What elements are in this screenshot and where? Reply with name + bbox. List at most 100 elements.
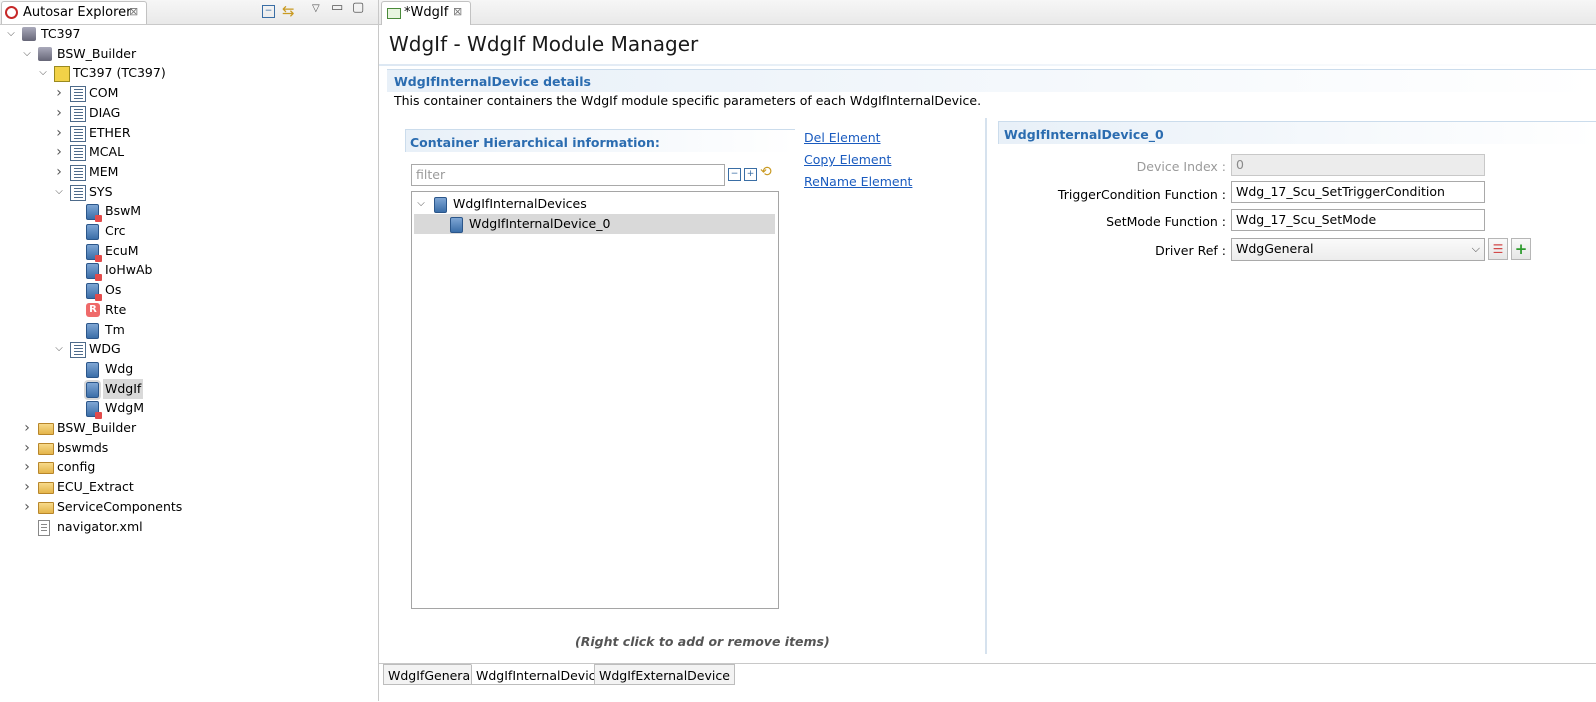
module-icon [86, 361, 99, 378]
tree-item[interactable]: › config [0, 457, 376, 477]
tree-item[interactable]: BswM [0, 201, 376, 223]
tree-item[interactable]: Crc [0, 221, 376, 241]
driver-ref-label: Driver Ref : [1155, 243, 1226, 258]
tree-item-label: Tm [105, 321, 125, 337]
chevron-right-icon[interactable]: › [22, 477, 32, 497]
tree-item[interactable]: › ETHER [0, 123, 376, 143]
chevron-right-icon[interactable]: › [54, 83, 64, 103]
chevron-down-icon[interactable]: ⌵ [6, 24, 16, 44]
list-icon [70, 184, 86, 201]
xml-file-icon [38, 519, 50, 536]
explorer-tab[interactable]: Autosar Explorer ⊠ [1, 1, 147, 24]
chevron-right-icon[interactable]: › [54, 123, 64, 143]
tree-item[interactable]: ⌵ TC397 [0, 24, 376, 44]
tree-item[interactable]: ⌵ BSW_Builder [0, 44, 376, 64]
tree-item-label: Os [105, 282, 122, 298]
tree-item[interactable]: navigator.xml [0, 517, 376, 537]
tree-item[interactable]: Tm [0, 320, 376, 340]
chevron-right-icon[interactable]: › [22, 418, 32, 438]
bottom-tab-general[interactable]: WdgIfGeneral [383, 664, 479, 685]
bottom-tab-external-device[interactable]: WdgIfExternalDevice [594, 664, 735, 685]
chevron-right-icon[interactable]: › [54, 162, 64, 182]
del-element-link[interactable]: Del Element [804, 130, 881, 145]
editor-tab-label: *WdgIf [404, 5, 449, 20]
tree-item[interactable]: WdgIf [0, 378, 376, 400]
module-red-icon [86, 263, 102, 282]
title-divider [379, 64, 1596, 66]
setmode-field[interactable]: Wdg_17_Scu_SetMode [1231, 209, 1485, 231]
chevron-down-icon[interactable]: ⌵ [54, 339, 64, 359]
chevron-down-icon[interactable]: ⌵ [22, 44, 32, 64]
tree-item[interactable]: WdgM [0, 398, 376, 420]
tree-item-label: ETHER [89, 124, 131, 140]
maximize-icon[interactable]: ▢ [352, 0, 364, 15]
chevron-right-icon[interactable]: › [22, 438, 32, 458]
chevron-right-icon[interactable]: › [22, 457, 32, 477]
editor-tabbar: *WdgIf ⊠ [379, 0, 1596, 25]
hier-tree-row-selected[interactable]: WdgIfInternalDevice_0 [414, 214, 775, 234]
tree-item-label: BSW_Builder [57, 420, 137, 435]
tree-item[interactable]: › BSW_Builder [0, 418, 376, 438]
link-with-editor-icon[interactable]: ⇆ [282, 2, 295, 20]
tree-item[interactable]: ⌵ WDG [0, 339, 376, 359]
sync-icon[interactable]: ⟲ [760, 164, 772, 180]
filter-input[interactable]: filter [411, 164, 725, 186]
hier-tree-row[interactable]: ⌵ WdgIfInternalDevices [412, 194, 778, 214]
ecu-chip-icon [54, 66, 70, 83]
module-red-icon [86, 243, 102, 262]
expand-tree-icon[interactable]: + [744, 168, 757, 181]
chevron-right-icon[interactable]: › [54, 142, 64, 162]
tree-item-label: WDG [89, 341, 121, 357]
tree-item[interactable]: ⌵ SYS [0, 182, 376, 202]
close-icon[interactable]: ⊠ [453, 5, 462, 18]
minimize-icon[interactable]: ▭ [331, 0, 343, 15]
chevron-right-icon[interactable]: › [22, 497, 32, 517]
detail-header-bar: WdgIfInternalDevice_0 [998, 121, 1596, 144]
editor-area: *WdgIf ⊠ WdgIf - WdgIf Module Manager Wd… [379, 0, 1596, 702]
tree-item[interactable]: Wdg [0, 359, 376, 379]
copy-element-link[interactable]: Copy Element [804, 152, 891, 167]
collapse-tree-icon[interactable]: − [728, 168, 741, 181]
section-title: WdgIfInternalDevice details [394, 74, 591, 89]
tree-item[interactable]: R Rte [0, 300, 376, 320]
tree-item[interactable]: Os [0, 280, 376, 302]
folder-icon [38, 482, 54, 495]
tree-item[interactable]: › ECU_Extract [0, 477, 376, 497]
chevron-down-icon: ⌵ [1471, 242, 1480, 255]
device-index-label: Device Index : [1136, 159, 1226, 174]
bottom-tab-internal-device[interactable]: WdgIfInternalDevice [471, 664, 609, 685]
tree-item[interactable]: › ServiceComponents [0, 497, 376, 517]
driver-ref-select[interactable]: WdgGeneral ⌵ [1231, 238, 1485, 261]
add-reference-button[interactable]: + [1511, 238, 1531, 260]
project-icon [22, 27, 36, 41]
tree-item[interactable]: EcuM [0, 241, 376, 262]
tree-item[interactable]: › MEM [0, 162, 376, 182]
tree-item[interactable]: › MCAL [0, 142, 376, 162]
hier-tree-label: WdgIfInternalDevices [453, 196, 587, 211]
hier-tree-label: WdgIfInternalDevice_0 [469, 216, 611, 231]
chevron-down-icon[interactable]: ⌵ [416, 194, 426, 214]
trigger-condition-field[interactable]: Wdg_17_Scu_SetTriggerCondition [1231, 181, 1485, 203]
view-menu-icon[interactable]: ▽ [312, 3, 320, 14]
tree-item-label: WdgIf [103, 378, 144, 399]
tree-item[interactable]: › DIAG [0, 103, 376, 123]
close-icon[interactable]: ⊠ [129, 5, 138, 18]
collapse-all-icon[interactable]: − [262, 5, 275, 18]
list-options-button[interactable]: ☰ [1488, 238, 1508, 260]
tree-item[interactable]: › COM [0, 83, 376, 103]
tree-item[interactable]: IoHwAb [0, 260, 376, 282]
module-red-icon [86, 204, 102, 223]
chevron-down-icon[interactable]: ⌵ [38, 63, 48, 83]
chevron-down-icon[interactable]: ⌵ [54, 182, 64, 202]
tree-item[interactable]: › bswmds [0, 438, 376, 458]
editor-tab-wdgif[interactable]: *WdgIf ⊠ [381, 1, 471, 25]
tree-item-label: Wdg [105, 360, 134, 376]
explorer-logo-icon [5, 6, 18, 19]
tree-item-label: Crc [105, 223, 126, 238]
tree-item[interactable]: ⌵ TC397 (TC397) [0, 63, 376, 83]
rename-element-link[interactable]: ReName Element [804, 174, 912, 189]
module-icon [450, 217, 463, 233]
device-index-field: 0 [1231, 154, 1485, 176]
chevron-right-icon[interactable]: › [54, 103, 64, 123]
tree-item-label: COM [89, 85, 119, 101]
